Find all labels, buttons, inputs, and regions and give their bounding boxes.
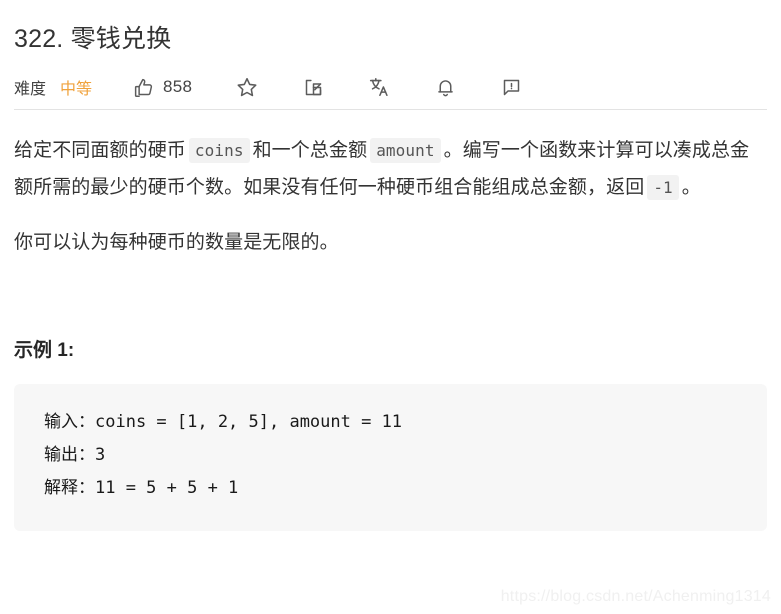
code-line: 输出：3 xyxy=(44,445,106,465)
notification-button[interactable] xyxy=(434,76,456,98)
star-icon xyxy=(236,76,258,98)
header-divider xyxy=(14,109,767,110)
vote-count: 858 xyxy=(163,77,193,96)
page-title: 322. 零钱兑换 xyxy=(14,25,172,53)
code-line: 解释：11 = 5 + 5 + 1 xyxy=(44,478,239,498)
action-toolbar: 858 xyxy=(132,76,522,98)
problem-page: 322. 零钱兑换 难度 中等 858 给定不同面额的硬币 coins 和一个总… xyxy=(0,0,781,614)
translate-icon xyxy=(368,76,390,98)
report-button[interactable] xyxy=(500,76,522,98)
thumbs-up-icon xyxy=(132,76,154,98)
feedback-icon xyxy=(500,76,522,98)
description-paragraph-1: 给定不同面额的硬币 coins 和一个总金额 amount 。编写一个函数来计算可以凑成… xyxy=(14,132,767,206)
code-line: 输入：coins = [1, 2, 5], amount = 11 xyxy=(44,412,403,432)
description-text-1: 给定不同面额的硬币 xyxy=(14,140,186,161)
bell-icon xyxy=(434,76,456,98)
inline-code-amount: amount xyxy=(370,138,441,163)
share-icon xyxy=(302,76,324,98)
description-text-2: 和一个总金额 xyxy=(252,140,368,161)
share-button[interactable] xyxy=(302,76,324,98)
watermark: https://blog.csdn.net/Achenming1314 xyxy=(500,588,771,605)
description-text-4: 。 xyxy=(681,177,701,198)
difficulty-label: 难度 xyxy=(14,81,47,98)
translate-button[interactable] xyxy=(368,76,390,98)
problem-description: 给定不同面额的硬币 coins 和一个总金额 amount 。编写一个函数来计算可以凑成… xyxy=(14,132,767,261)
example-code-block: 输入：coins = [1, 2, 5], amount = 11 输出：3 解… xyxy=(14,384,767,531)
inline-code-minus-one: -1 xyxy=(647,175,679,200)
description-paragraph-2: 你可以认为每种硬币的数量是无限的。 xyxy=(14,232,339,253)
vote-button[interactable]: 858 xyxy=(132,76,192,98)
favorite-button[interactable] xyxy=(236,76,258,98)
difficulty-badge: 中等 xyxy=(60,81,93,98)
problem-meta-row: 难度 中等 858 xyxy=(14,65,767,109)
example-heading: 示例 1: xyxy=(14,340,75,361)
inline-code-coins: coins xyxy=(188,138,250,163)
